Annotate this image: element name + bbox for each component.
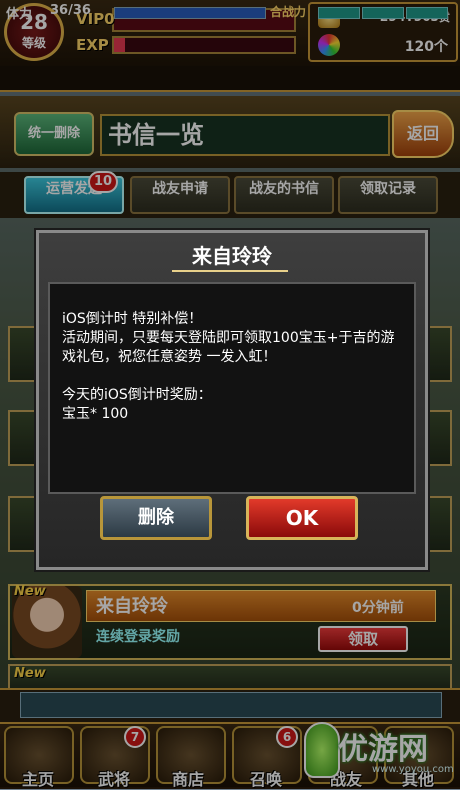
delete-button[interactable]: 删除 [100, 496, 212, 540]
dialog-line: 活动期间，只要每天登陆即可领取100宝玉+于吉的游戏礼包，祝您任意姿势 一发入虹… [62, 330, 395, 365]
dialog-line: iOS倒计时 特别补偿！ [62, 311, 203, 327]
dialog-body: iOS倒计时 特别补偿！ 活动期间，只要每天登陆即可领取100宝玉+于吉的游戏礼… [48, 282, 416, 494]
dialog-title: 来自玲玲 [192, 244, 272, 268]
title-underline [172, 270, 288, 272]
dialog-line: 今天的iOS倒计时奖励： [62, 387, 212, 403]
ok-button[interactable]: OK [246, 496, 358, 540]
dialog-line: 宝玉* 100 [62, 406, 129, 422]
